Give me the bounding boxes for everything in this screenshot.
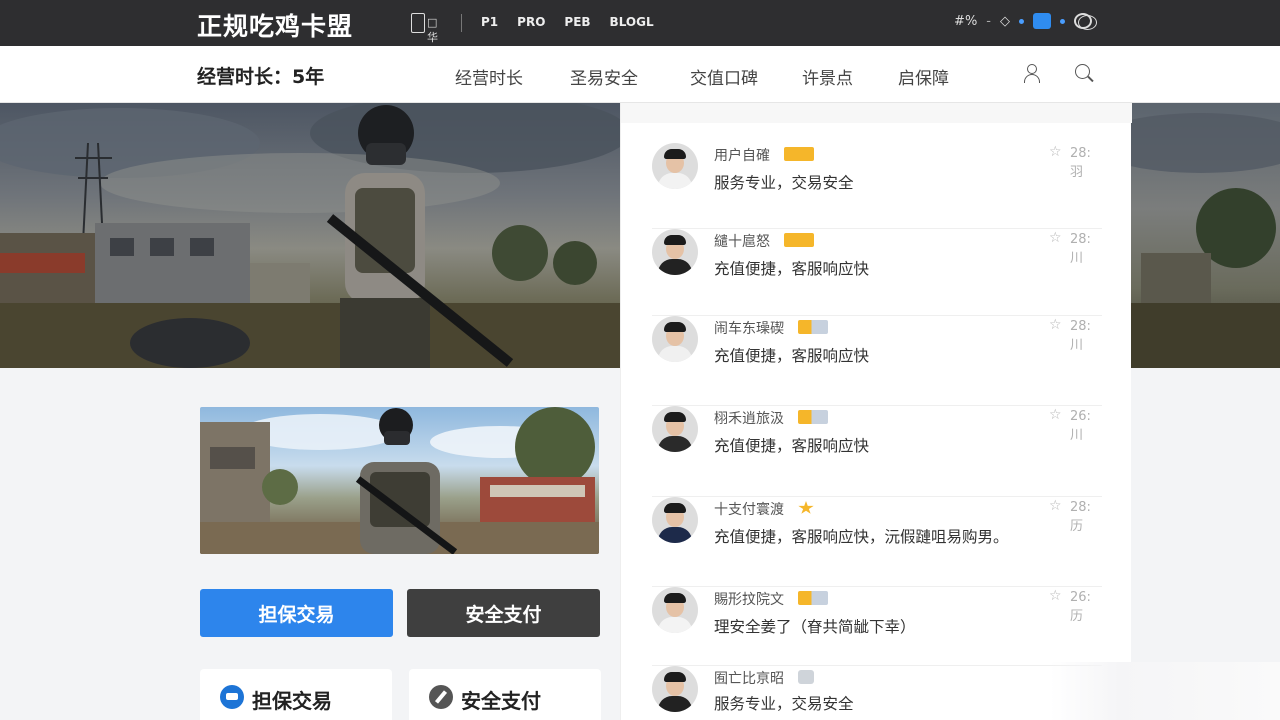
review-text: 服务专业，交易安全 (714, 695, 854, 713)
avatar[interactable] (652, 143, 698, 189)
review-time: 26:川 (1070, 409, 1091, 443)
translate-icon[interactable]: #% (954, 14, 977, 29)
avatar[interactable] (652, 316, 698, 362)
review-time: 28:羽 (1070, 146, 1091, 180)
review-list: 用户自確 服务专业，交易安全 ☆ 28:羽 繾十扈怒 充值便捷，客服响应快 ☆ 28:川 闹车东… (620, 103, 1132, 720)
vip-badge-icon (798, 591, 828, 605)
site-icon-label: □华 (427, 16, 438, 44)
reviewer-name[interactable]: 囿亡比亰昭 (714, 668, 784, 688)
nav-link-guarantee[interactable]: 启保障 (898, 64, 949, 89)
blurred-overlay (1050, 662, 1280, 720)
avatar[interactable] (652, 497, 698, 543)
review-row[interactable]: 繾十扈怒充值便捷，客服响应快 ☆ 28:川 (652, 229, 1102, 316)
favorite-star-icon[interactable]: ☆ (1049, 230, 1062, 246)
favorite-star-icon[interactable]: ☆ (1049, 407, 1062, 423)
top-tools: #% - ◇ (954, 13, 1092, 29)
diamond-icon[interactable]: ◇ (1000, 14, 1010, 29)
avatar[interactable] (652, 406, 698, 452)
top-link-blog[interactable]: BLOGL (610, 15, 654, 29)
review-time: 28:川 (1070, 319, 1091, 353)
hero-right-illustration (1131, 113, 1280, 368)
hero-banner-right (1131, 103, 1280, 368)
avatar[interactable] (652, 229, 698, 275)
favorite-star-icon[interactable]: ☆ (1049, 498, 1062, 514)
favorite-star-icon[interactable]: ☆ (1049, 317, 1062, 333)
site-icon[interactable]: □华 (411, 12, 443, 44)
topbar-divider (461, 14, 462, 32)
top-link-peb[interactable]: PEB (564, 15, 590, 29)
review-row[interactable]: 闹车东璪碶充值便捷，客服响应快 ☆ 28:川 (652, 316, 1102, 406)
vip-badge-icon (798, 410, 828, 424)
review-row[interactable]: 用户自確服务专业，交易安全 ☆ 28:羽 (652, 143, 1102, 229)
hero-illustration (0, 103, 620, 368)
nav-link-points[interactable]: 许景点 (802, 64, 853, 89)
review-text: 理安全姜了（眘共简龇下幸） (714, 618, 916, 636)
reviewer-name[interactable]: 用户自確 (714, 145, 770, 165)
review-row[interactable]: 栩禾逍旅汲充值便捷，客服响应快 ☆ 26:川 (652, 406, 1102, 497)
vip-badge-icon (798, 320, 828, 334)
favorite-star-icon[interactable]: ☆ (1049, 588, 1062, 604)
top-link-p1[interactable]: P1 (481, 15, 498, 29)
business-duration: 经营时长：5年 (197, 66, 325, 88)
review-text: 服务专业，交易安全 (714, 174, 854, 192)
review-row[interactable]: 賜形抆院文理安全姜了（眘共简龇下幸） ☆ 26:历 (652, 587, 1102, 666)
feature-label: 安全支付 (461, 689, 541, 713)
avatar[interactable] (652, 587, 698, 633)
nav-links: 经营时长 圣易安全 交值口碑 许景点 启保障 (455, 64, 949, 89)
review-text: 充值便捷，客服响应快 (714, 347, 870, 365)
feature-label: 担保交易 (252, 689, 332, 713)
feature-card-guarantee[interactable]: 担保交易 (200, 669, 392, 720)
avatar[interactable] (652, 666, 698, 712)
reviewer-name[interactable]: 賜形抆院文 (714, 589, 784, 609)
reviewer-name[interactable]: 栩禾逍旅汲 (714, 408, 784, 428)
vip-badge-icon (784, 147, 814, 161)
top-link-pro[interactable]: PRO (517, 15, 545, 29)
shield-icon (220, 685, 244, 709)
reviewer-name[interactable]: 繾十扈怒 (714, 231, 770, 251)
review-time: 28:川 (1070, 232, 1091, 266)
hero-banner (0, 103, 620, 368)
feature-card-payment[interactable]: 安全支付 (409, 669, 601, 720)
dot-icon (1060, 18, 1065, 24)
search-icon[interactable] (1075, 64, 1094, 83)
payment-icon (429, 685, 453, 709)
nav-link-reputation[interactable]: 交值口碑 (690, 64, 758, 89)
review-text: 充值便捷，客服响应快，沅假蹥咀易购男。 (714, 528, 1009, 546)
review-header-strip (621, 103, 1132, 123)
vip-badge-icon (784, 233, 814, 247)
promo-illustration (200, 407, 599, 554)
app-icon[interactable] (1033, 13, 1051, 29)
vip-badge-icon (798, 501, 814, 514)
vip-badge-icon (798, 670, 814, 684)
tool-sep: - (986, 13, 991, 29)
top-bar: 正规吃鸡卡盟 □华 P1 PRO PEB BLOGL #% - ◇ (0, 0, 1280, 46)
promo-image[interactable] (200, 407, 599, 554)
guarantee-trade-button[interactable]: 担保交易 (200, 589, 393, 637)
reviewer-name[interactable]: 闹车东璪碶 (714, 318, 784, 338)
review-time: 28:历 (1070, 500, 1091, 534)
user-icon[interactable] (1023, 64, 1041, 84)
site-logo[interactable]: 正规吃鸡卡盟 (197, 7, 353, 43)
frame-icon (411, 13, 425, 33)
reviewer-name[interactable]: 十支付寰渡 (714, 499, 784, 519)
top-links: P1 PRO PEB BLOGL (481, 15, 654, 29)
secure-pay-button[interactable]: 安全支付 (407, 589, 600, 637)
review-row[interactable]: 囿亡比亰昭服务专业，交易安全 (652, 666, 1102, 720)
review-text: 充值便捷，客服响应快 (714, 260, 870, 278)
review-time: 26:历 (1070, 590, 1091, 624)
favorite-star-icon[interactable]: ☆ (1049, 144, 1062, 160)
review-row[interactable]: 十支付寰渡充值便捷，客服响应快，沅假蹥咀易购男。 ☆ 28:历 (652, 497, 1102, 587)
profile-oval-icon[interactable] (1078, 15, 1097, 30)
nav-bar: 经营时长：5年 经营时长 圣易安全 交值口碑 许景点 启保障 (0, 46, 1280, 103)
review-text: 充值便捷，客服响应快 (714, 437, 870, 455)
nav-link-safety[interactable]: 圣易安全 (570, 64, 638, 89)
dot-icon (1019, 18, 1024, 24)
nav-link-duration[interactable]: 经营时长 (455, 64, 523, 89)
